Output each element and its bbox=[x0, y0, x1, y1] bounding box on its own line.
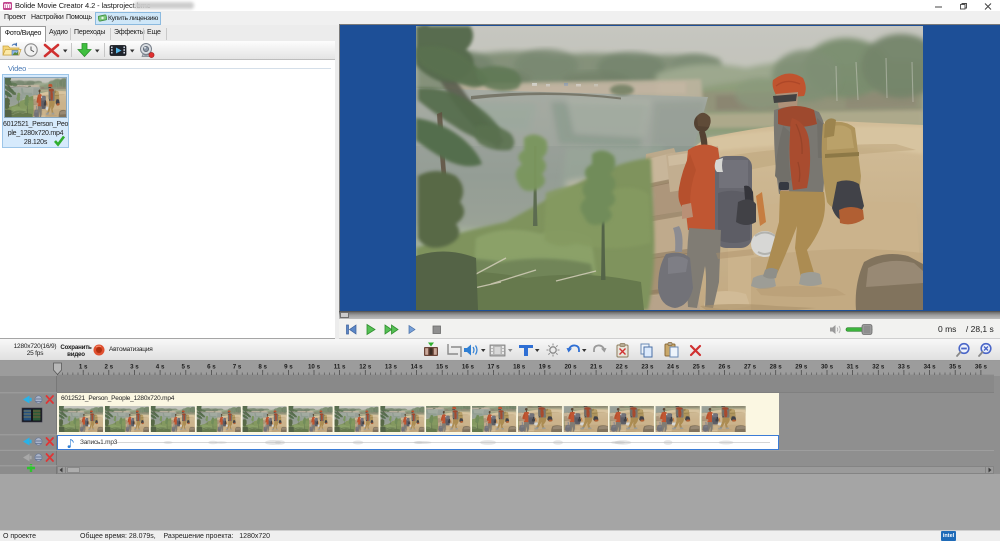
svg-text:15 s: 15 s bbox=[436, 364, 449, 371]
svg-text:19 s: 19 s bbox=[539, 364, 552, 371]
svg-text:26 s: 26 s bbox=[718, 364, 731, 371]
svg-text:28 s: 28 s bbox=[770, 364, 783, 371]
svg-text:14 s: 14 s bbox=[411, 364, 424, 371]
svg-text:32 s: 32 s bbox=[872, 364, 885, 371]
svg-text:16 s: 16 s bbox=[462, 364, 475, 371]
svg-text:34 s: 34 s bbox=[924, 364, 937, 371]
svg-text:6 s: 6 s bbox=[207, 364, 216, 371]
svg-text:25 s: 25 s bbox=[693, 364, 706, 371]
svg-text:29 s: 29 s bbox=[795, 364, 808, 371]
svg-text:30 s: 30 s bbox=[821, 364, 834, 371]
svg-text:33 s: 33 s bbox=[898, 364, 911, 371]
svg-text:35 s: 35 s bbox=[949, 364, 962, 371]
svg-text:31 s: 31 s bbox=[847, 364, 860, 371]
svg-text:17 s: 17 s bbox=[487, 364, 500, 371]
svg-text:9 s: 9 s bbox=[284, 364, 293, 371]
svg-text:27 s: 27 s bbox=[744, 364, 757, 371]
svg-text:23 s: 23 s bbox=[641, 364, 654, 371]
svg-text:24 s: 24 s bbox=[667, 364, 680, 371]
svg-text:12 s: 12 s bbox=[359, 364, 372, 371]
svg-text:10 s: 10 s bbox=[308, 364, 321, 371]
svg-text:5 s: 5 s bbox=[181, 364, 190, 371]
svg-text:1 s: 1 s bbox=[79, 364, 88, 371]
svg-text:22 s: 22 s bbox=[616, 364, 629, 371]
svg-text:18 s: 18 s bbox=[513, 364, 526, 371]
svg-text:21 s: 21 s bbox=[590, 364, 603, 371]
svg-text:11 s: 11 s bbox=[334, 364, 346, 371]
svg-text:3 s: 3 s bbox=[130, 364, 139, 371]
svg-text:20 s: 20 s bbox=[564, 364, 577, 371]
svg-text:36 s: 36 s bbox=[975, 364, 988, 371]
svg-text:8 s: 8 s bbox=[258, 364, 267, 371]
svg-text:13 s: 13 s bbox=[385, 364, 398, 371]
svg-text:2 s: 2 s bbox=[104, 364, 113, 371]
svg-text:4 s: 4 s bbox=[156, 364, 165, 371]
svg-text:7 s: 7 s bbox=[233, 364, 242, 371]
